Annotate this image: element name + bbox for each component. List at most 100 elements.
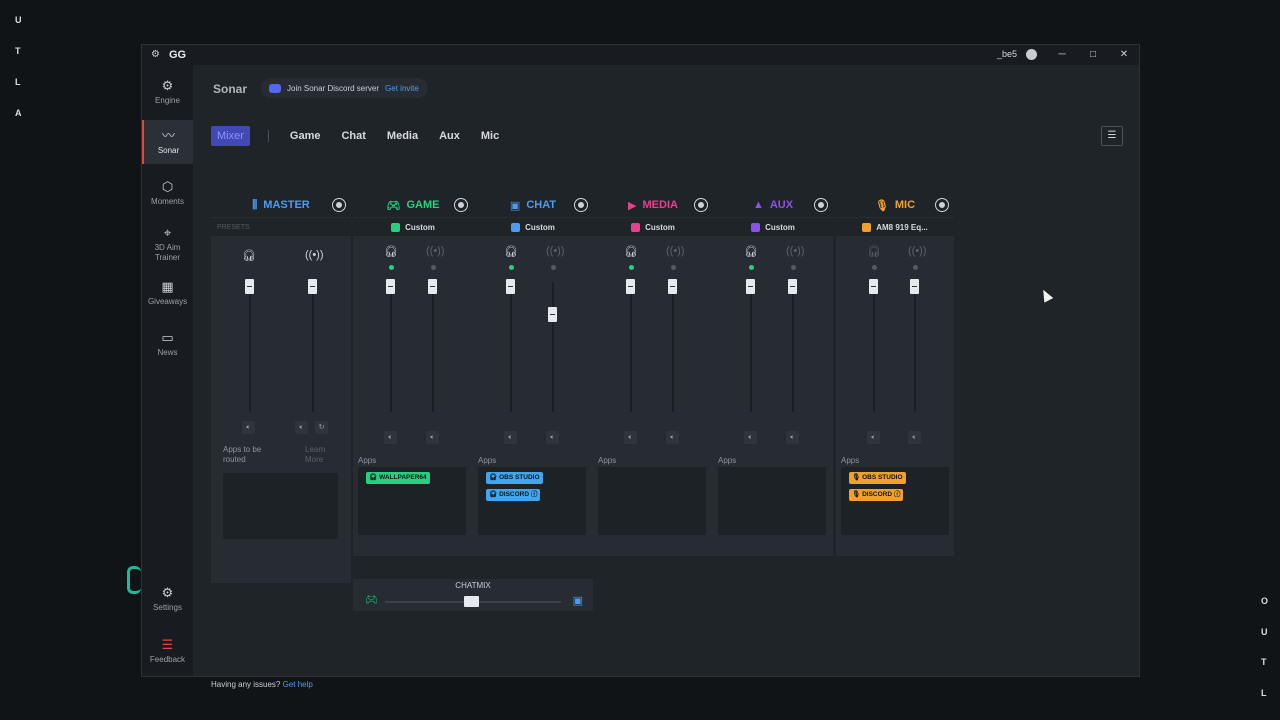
channel-settings-icon[interactable] [936,199,948,211]
preset-selector[interactable]: Custom [473,217,593,236]
tab-game[interactable]: Game [290,130,321,142]
sidebar-item-settings[interactable]: ⚙ Settings [142,586,193,618]
get-help-link[interactable]: Get help [283,680,313,689]
sidebar-item-engine[interactable]: ⚙ Engine [142,79,193,111]
preset-selector[interactable]: Custom [353,217,473,236]
app-tag[interactable]: 🎙︎ OBS STUDIO [849,472,906,484]
app-tag[interactable]: 🎙︎ DISCORD ⓘ [849,489,904,501]
volume-slider[interactable] [746,279,755,294]
channel-settings-icon[interactable] [575,199,587,211]
mute-button[interactable]: 🔈︎ [295,421,308,434]
headphones-icon[interactable]: 🎧︎ [384,245,398,258]
mute-button[interactable]: 🔈︎ [426,431,439,444]
speaker-icon[interactable]: ((•)) [305,249,324,261]
sidebar-item-giveaways[interactable]: ▦ Giveaways [142,280,193,312]
volume-slider[interactable] [506,279,515,294]
volume-slider[interactable] [910,279,919,294]
channel-settings-icon[interactable] [455,199,467,211]
sidebar-item-moments[interactable]: ⬡ Moments [142,180,193,214]
apps-dropzone[interactable]: 🎧︎ WALLPAPER64 [358,467,466,535]
maximize-button[interactable]: □ [1085,47,1101,63]
tab-media[interactable]: Media [387,130,418,142]
apps-dropzone[interactable]: 🎙︎ OBS STUDIO 🎙︎ DISCORD ⓘ [841,467,949,535]
speaker-icon[interactable]: ((•)) [546,245,565,257]
headphones-off-icon[interactable]: 🎧︎ [867,245,881,258]
channel-name: MEDIA [642,199,678,211]
channel-settings-icon[interactable] [695,199,707,211]
volume-slider[interactable] [668,279,677,294]
channel-body: 🎧︎ ((•)) 🔈︎ 🔈︎ Apps [593,236,713,556]
output-indicator [913,265,918,270]
speaker-icon[interactable]: ((•)) [908,245,927,257]
headphones-icon[interactable]: 🎧︎ [744,245,758,258]
channel-settings-icon[interactable] [333,199,345,211]
volume-slider[interactable] [626,279,635,294]
apps-dropzone[interactable] [598,467,706,535]
sidebar-item-aim-trainer[interactable]: ⌖ 3D Aim Trainer [142,226,193,266]
mute-button[interactable]: 🔈︎ [384,431,397,444]
avatar[interactable] [1026,49,1037,60]
mute-button[interactable]: 🔈︎ [867,431,880,444]
channel-header: ▲ AUX [713,193,833,217]
sidebar-item-feedback[interactable]: ☰ Feedback [142,638,193,670]
speaker-icon[interactable]: ((•)) [426,245,445,257]
sliders-icon: ⫼ [252,198,258,211]
tab-aux[interactable]: Aux [439,130,460,142]
minimize-button[interactable]: ─ [1054,47,1070,63]
mute-button[interactable]: 🔈︎ [666,431,679,444]
desktop-icon[interactable] [127,566,141,594]
app-tag[interactable]: 🎧︎ WALLPAPER64 [366,472,430,484]
chat-icon: ▣ [572,595,583,607]
headphones-icon[interactable]: 🎧︎ [504,245,518,258]
mute-button[interactable]: 🔈︎ [744,431,757,444]
mute-button[interactable]: 🔈︎ [242,421,255,434]
app-name: DISCORD [862,491,893,498]
sidebar-item-sonar[interactable]: 〰 Sonar [142,120,193,164]
username[interactable]: _be5 [997,49,1017,59]
apps-dropzone[interactable]: 🎧︎ OBS STUDIO 🎧︎ DISCORD ⓘ [478,467,586,535]
get-invite-link[interactable]: Get invite [385,84,419,93]
volume-slider[interactable] [428,279,437,294]
preset-icon [511,222,521,232]
menu-button[interactable]: ☰ [1101,126,1123,146]
volume-slider[interactable] [245,279,254,294]
tab-mic[interactable]: Mic [481,130,499,142]
channel-settings-icon[interactable] [815,199,827,211]
speaker-icon[interactable]: ((•)) [666,245,685,257]
mute-button[interactable]: 🔈︎ [908,431,921,444]
volume-slider[interactable] [308,279,317,294]
volume-track [792,282,794,412]
close-button[interactable]: ✕ [1116,47,1132,63]
discord-banner[interactable]: Join Sonar Discord server Get invite [261,78,428,98]
tab-mixer[interactable]: Mixer [211,126,250,146]
preset-selector[interactable]: Custom [593,217,713,236]
app-tag[interactable]: 🎧︎ OBS STUDIO [486,472,543,484]
mute-button[interactable]: 🔈︎ [624,431,637,444]
headphones-icon[interactable]: 🎧︎ [624,245,638,258]
tab-chat[interactable]: Chat [341,130,365,142]
preset-selector[interactable]: Custom [713,217,833,236]
channel-game: 🎮︎ GAME Custom 🎧︎ ((•)) 🔈︎ 🔈︎ Apps 🎧︎ WA… [353,193,473,556]
loopback-button[interactable]: ↻ [315,421,328,434]
preset-selector[interactable]: AM8 919 Eq... [836,217,954,236]
sidebar-item-news[interactable]: ▭ News [142,331,193,363]
volume-track [249,282,251,412]
app-tag[interactable]: 🎧︎ DISCORD ⓘ [486,489,541,501]
volume-slider[interactable] [386,279,395,294]
mute-button[interactable]: 🔈︎ [786,431,799,444]
headphones-icon[interactable]: 🎧︎ [242,249,256,262]
output-indicator [872,265,877,270]
learn-more-link[interactable]: Learn More [305,445,333,465]
desktop-letter: T [15,46,21,56]
mute-button[interactable]: 🔈︎ [504,431,517,444]
volume-slider[interactable] [788,279,797,294]
steelseries-logo-icon: ⚙ [151,49,160,60]
speaker-icon[interactable]: ((•)) [786,245,805,257]
apps-dropzone[interactable] [223,473,338,539]
volume-slider[interactable] [869,279,878,294]
mute-button[interactable]: 🔈︎ [546,431,559,444]
chatmix-slider[interactable] [464,596,479,607]
moments-icon: ⬡ [161,179,174,194]
apps-dropzone[interactable] [718,467,826,535]
volume-slider[interactable] [548,307,557,322]
